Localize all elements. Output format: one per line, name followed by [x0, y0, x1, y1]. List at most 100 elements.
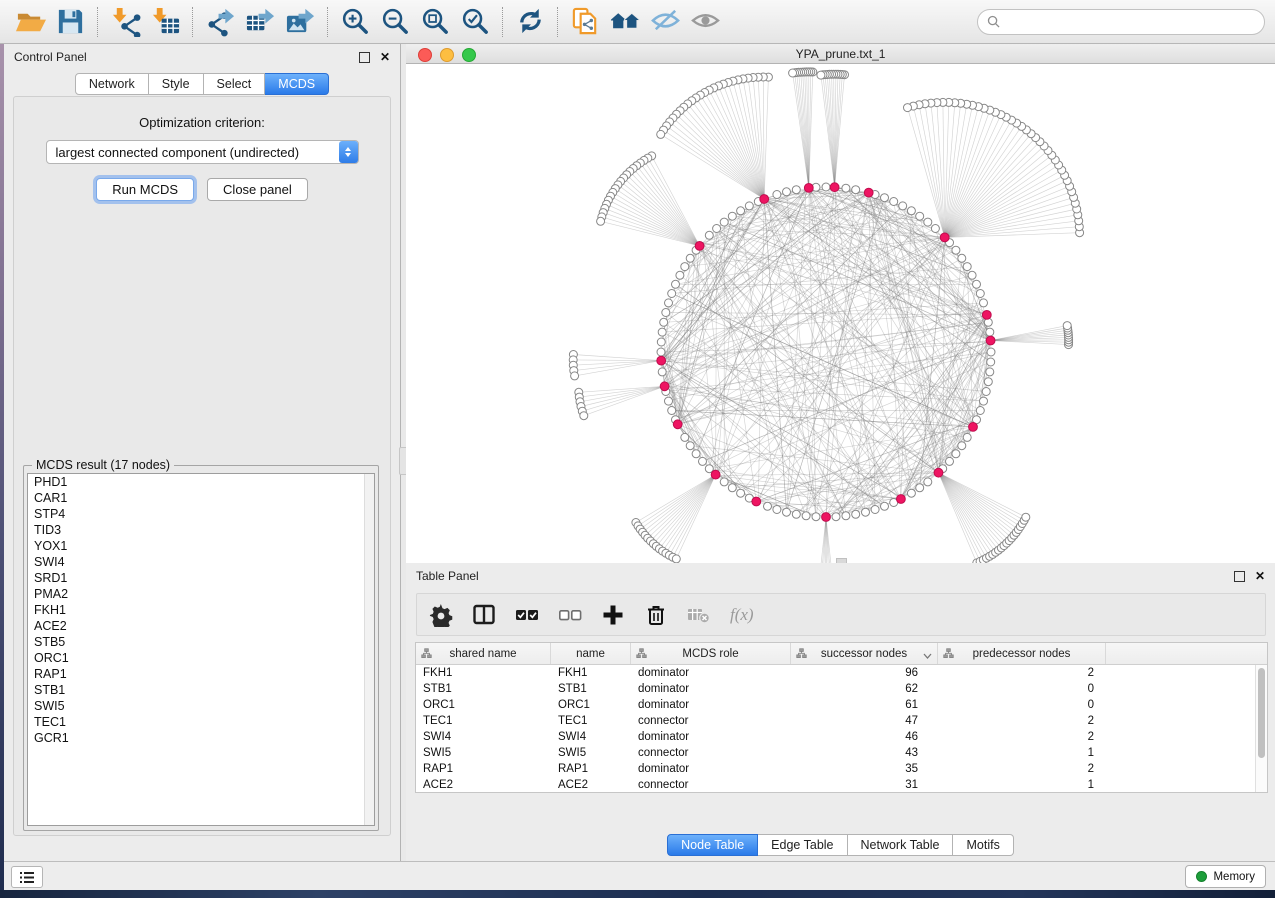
zoom-fit-button[interactable]: [417, 4, 453, 40]
zoom-out-button[interactable]: [377, 4, 413, 40]
open-icon: [15, 6, 46, 37]
mcds-result-item[interactable]: FKH1: [28, 602, 374, 618]
float-panel-icon[interactable]: [359, 52, 370, 63]
tab-motifs[interactable]: Motifs: [953, 834, 1013, 856]
tab-select[interactable]: Select: [204, 73, 266, 95]
tab-node-table[interactable]: Node Table: [667, 834, 758, 856]
application-window: Control Panel ✕ NetworkStyleSelectMCDS O…: [0, 0, 1275, 898]
cell-successor-nodes: 46: [791, 731, 938, 743]
cell-successor-nodes: 62: [791, 683, 938, 695]
mcds-result-item[interactable]: TEC1: [28, 714, 374, 730]
maximize-window-icon[interactable]: [462, 48, 476, 62]
import-table-button[interactable]: [147, 4, 183, 40]
refresh-button[interactable]: [512, 4, 548, 40]
cell-successor-nodes: 96: [791, 667, 938, 679]
hide-selected-button[interactable]: [647, 4, 683, 40]
column-header-name[interactable]: name: [551, 643, 631, 664]
minimize-window-icon[interactable]: [440, 48, 454, 62]
table-float-panel-icon[interactable]: [1234, 571, 1245, 582]
show-all-button[interactable]: [687, 4, 723, 40]
column-header-MCDS-role[interactable]: MCDS role: [631, 643, 791, 664]
cell-shared-name: RAP1: [416, 763, 551, 775]
table-row[interactable]: FKH1FKH1dominator962: [416, 665, 1267, 681]
save-button[interactable]: [52, 4, 88, 40]
close-panel-button[interactable]: Close panel: [207, 178, 308, 201]
network-window-titlebar[interactable]: YPA_prune.txt_1: [406, 44, 1275, 64]
column-type-icon: [421, 648, 432, 662]
mcds-result-item[interactable]: STB1: [28, 682, 374, 698]
close-window-icon[interactable]: [418, 48, 432, 62]
tab-style[interactable]: Style: [149, 73, 204, 95]
run-mcds-button[interactable]: Run MCDS: [96, 178, 194, 201]
add-button[interactable]: [601, 603, 625, 627]
mcds-result-item[interactable]: PHD1: [28, 474, 374, 490]
search-input[interactable]: [1006, 14, 1255, 30]
close-panel-icon[interactable]: ✕: [380, 51, 390, 63]
mcds-result-list[interactable]: PHD1CAR1STP4TID3YOX1SWI4SRD1PMA2FKH1ACE2…: [27, 473, 375, 826]
mcds-result-item[interactable]: ACE2: [28, 618, 374, 634]
sort-desc-icon: [923, 650, 932, 662]
table-row[interactable]: STB1STB1dominator620: [416, 681, 1267, 697]
mcds-result-item[interactable]: SWI5: [28, 698, 374, 714]
mcds-list-scrollbar[interactable]: [364, 474, 374, 825]
table-scrollbar[interactable]: [1255, 665, 1267, 792]
search-icon: [987, 15, 1000, 28]
mcds-result-item[interactable]: PMA2: [28, 586, 374, 602]
export-table-button[interactable]: [242, 4, 278, 40]
table-row[interactable]: RAP1RAP1dominator352: [416, 761, 1267, 777]
export-network-icon: [205, 6, 236, 37]
column-header-successor-nodes[interactable]: successor nodes: [791, 643, 938, 664]
mcds-result-item[interactable]: GCR1: [28, 730, 374, 746]
deselect-all-button[interactable]: [558, 603, 582, 627]
export-image-button[interactable]: [282, 4, 318, 40]
mcds-result-item[interactable]: STB5: [28, 634, 374, 650]
column-header-shared-name[interactable]: shared name: [416, 643, 551, 664]
open-button[interactable]: [12, 4, 48, 40]
mcds-result-item[interactable]: STP4: [28, 506, 374, 522]
mcds-result-item[interactable]: ORC1: [28, 650, 374, 666]
cell-shared-name: ORC1: [416, 699, 551, 711]
first-neighbors-button[interactable]: [607, 4, 643, 40]
gear-button[interactable]: [429, 603, 453, 627]
cell-predecessor-nodes: 1: [938, 779, 1106, 791]
tab-edge-table[interactable]: Edge Table: [758, 834, 847, 856]
export-network-button[interactable]: [202, 4, 238, 40]
search-box[interactable]: [977, 9, 1265, 35]
table-row[interactable]: ORC1ORC1dominator610: [416, 697, 1267, 713]
tab-network-table[interactable]: Network Table: [848, 834, 954, 856]
column-label: successor nodes: [821, 648, 907, 660]
mcds-result-item[interactable]: CAR1: [28, 490, 374, 506]
column-header-predecessor-nodes[interactable]: predecessor nodes: [938, 643, 1106, 664]
table-row[interactable]: SWI5SWI5connector431: [416, 745, 1267, 761]
import-network-button[interactable]: [107, 4, 143, 40]
table-row[interactable]: ACE2ACE2connector311: [416, 777, 1267, 793]
zoom-in-button[interactable]: [337, 4, 373, 40]
memory-button[interactable]: Memory: [1185, 865, 1266, 888]
table-row[interactable]: SWI4SWI4dominator462: [416, 729, 1267, 745]
network-canvas[interactable]: [406, 64, 1275, 563]
cell-successor-nodes: 31: [791, 779, 938, 791]
new-network-from-selection-button[interactable]: [567, 4, 603, 40]
mcds-result-item[interactable]: RAP1: [28, 666, 374, 682]
zoom-selected-button[interactable]: [457, 4, 493, 40]
delete-button[interactable]: [644, 603, 668, 627]
table-row[interactable]: TEC1TEC1connector472: [416, 713, 1267, 729]
table-close-panel-icon[interactable]: ✕: [1255, 570, 1265, 582]
mcds-result-item[interactable]: TID3: [28, 522, 374, 538]
cell-successor-nodes: 47: [791, 715, 938, 727]
show-panels-button[interactable]: [11, 866, 43, 888]
mcds-result-title: MCDS result (17 nodes): [32, 458, 174, 472]
function-button[interactable]: f(x): [730, 605, 754, 625]
tab-network[interactable]: Network: [75, 73, 149, 95]
select-all-button[interactable]: [515, 603, 539, 627]
deselect-all-icon: [558, 603, 582, 627]
delete-table-button[interactable]: [687, 603, 711, 627]
table-scrollbar-thumb[interactable]: [1258, 668, 1265, 758]
mcds-result-item[interactable]: SRD1: [28, 570, 374, 586]
mcds-result-item[interactable]: SWI4: [28, 554, 374, 570]
optimization-criterion-select[interactable]: largest connected component (undirected): [46, 140, 359, 164]
cell-predecessor-nodes: 2: [938, 715, 1106, 727]
mcds-result-item[interactable]: YOX1: [28, 538, 374, 554]
columns-button[interactable]: [472, 603, 496, 627]
tab-mcds[interactable]: MCDS: [265, 73, 329, 95]
